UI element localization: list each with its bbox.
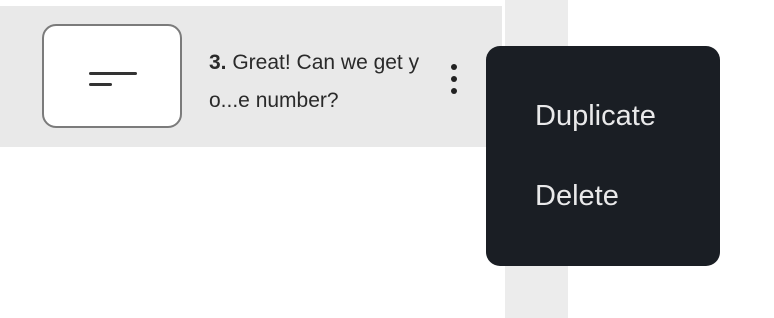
kebab-dot [451,76,457,82]
question-title: 3. Great! Can we get yo...e number? [209,44,434,120]
screen: 3. Great! Can we get yo...e number? Dupl… [0,0,774,318]
question-row[interactable]: 3. Great! Can we get yo...e number? [0,6,502,147]
short-text-icon [89,72,137,86]
question-thumbnail [42,24,182,128]
more-options-icon[interactable] [444,64,464,100]
context-menu: Duplicate Delete [486,46,720,266]
menu-item-duplicate[interactable]: Duplicate [486,94,720,174]
question-number: 3. [209,51,227,74]
kebab-dot [451,64,457,70]
menu-item-delete[interactable]: Delete [486,174,720,254]
question-text: Great! Can we get yo...e number? [209,51,420,112]
kebab-dot [451,88,457,94]
